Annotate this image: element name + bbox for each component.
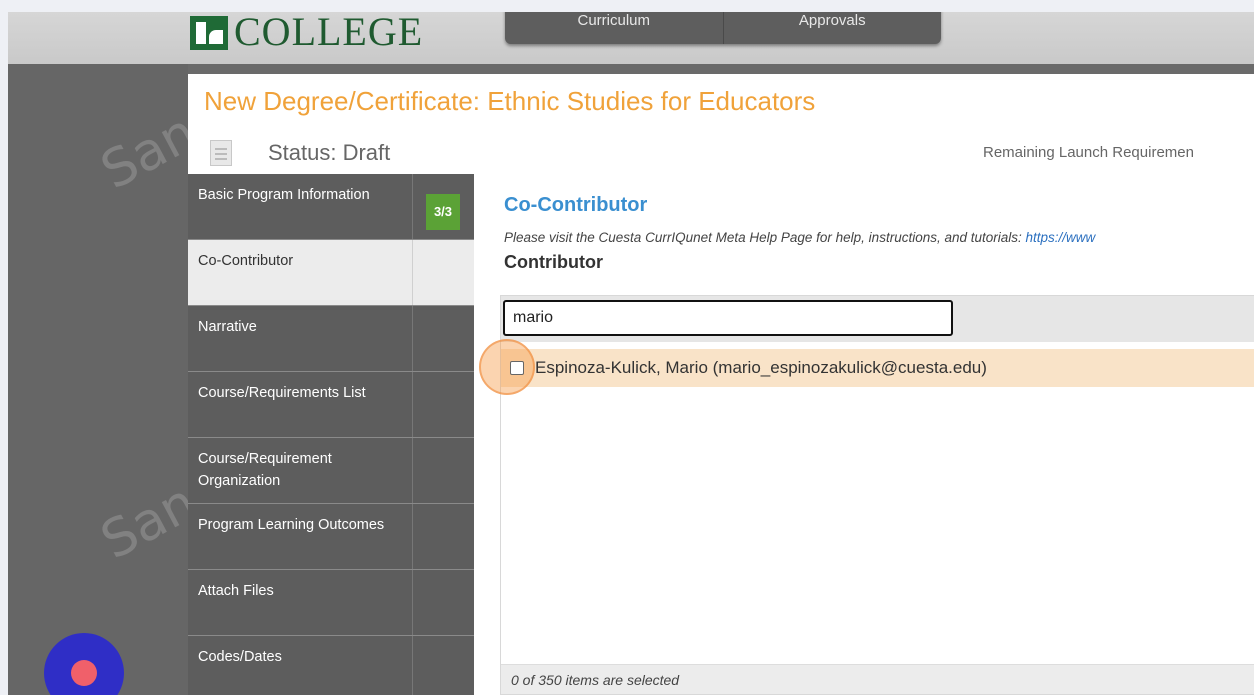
sidebar-item-course-requirement-organization[interactable]: Course/Requirement Organization	[188, 438, 474, 504]
logo-text: COLLEGE	[234, 12, 424, 52]
record-dot-icon	[71, 660, 97, 686]
nav-divider	[412, 438, 413, 503]
top-bar: COLLEGE Curriculum Approvals	[8, 12, 1254, 64]
nav-tab-curriculum[interactable]: Curriculum	[505, 12, 724, 44]
sidebar-item-label: Basic Program Information	[198, 187, 370, 203]
nav-divider	[412, 636, 413, 695]
contributor-label: Contributor	[504, 252, 603, 272]
college-logo[interactable]: COLLEGE	[190, 12, 440, 52]
help-text: Please visit the Cuesta CurrIQunet Meta …	[504, 230, 1095, 245]
result-label: Espinoza-Kulick, Mario (mario_espinozaku…	[535, 358, 987, 377]
sidebar-item-course-requirements-list[interactable]: Course/Requirements List	[188, 372, 474, 438]
nav-divider	[412, 372, 413, 437]
sidebar-item-label: Narrative	[198, 319, 257, 335]
section-title: Co-Contributor	[504, 194, 648, 216]
nav-tab-approvals[interactable]: Approvals	[724, 12, 942, 44]
sidebar-item-program-learning-outcomes[interactable]: Program Learning Outcomes	[188, 504, 474, 570]
app-window: COLLEGE Curriculum Approvals San San New…	[8, 12, 1254, 695]
nav-divider	[412, 570, 413, 635]
sidebar-nav: Basic Program Information 3/3 Co-Contrib…	[188, 174, 474, 695]
background-panel: San San	[8, 64, 206, 695]
sidebar-item-co-contributor[interactable]: Co-Contributor	[188, 240, 474, 306]
click-indicator	[479, 339, 535, 395]
help-link[interactable]: https://www	[1026, 230, 1096, 245]
completion-badge: 3/3	[426, 194, 460, 230]
nav-divider	[412, 174, 413, 239]
list-item[interactable]: Espinoza-Kulick, Mario (mario_espinozaku…	[479, 339, 1254, 395]
main-nav: Curriculum Approvals	[505, 12, 941, 44]
sidebar-item-label: Course/Requirement Organization	[198, 451, 332, 489]
sidebar-item-label: Codes/Dates	[198, 649, 282, 665]
status-label: Status: Draft	[268, 140, 391, 165]
sidebar-item-label: Program Learning Outcomes	[198, 517, 385, 533]
contributor-picker: Espinoza-Kulick, Mario (mario_espinozaku…	[479, 295, 1254, 695]
page-title: New Degree/Certificate: Ethnic Studies f…	[204, 86, 816, 116]
document-icon	[210, 140, 232, 166]
nav-divider	[412, 306, 413, 371]
launch-requirements-link[interactable]: Remaining Launch Requiremen	[983, 144, 1194, 161]
sidebar-item-attach-files[interactable]: Attach Files	[188, 570, 474, 636]
sidebar-item-narrative[interactable]: Narrative	[188, 306, 474, 372]
sidebar-item-codes-dates[interactable]: Codes/Dates	[188, 636, 474, 695]
sidebar-item-basic-program-information[interactable]: Basic Program Information 3/3	[188, 174, 474, 240]
selection-count: 0 of 350 items are selected	[511, 672, 680, 688]
sidebar-item-label: Attach Files	[198, 583, 274, 599]
sidebar-item-label: Course/Requirements List	[198, 385, 366, 401]
picker-footer: 0 of 350 items are selected	[501, 664, 1254, 694]
sidebar-item-label: Co-Contributor	[198, 253, 294, 269]
help-text-body: Please visit the Cuesta CurrIQunet Meta …	[504, 230, 1026, 245]
nav-divider	[412, 240, 413, 305]
contributor-search-input[interactable]	[503, 300, 953, 336]
nav-divider	[412, 504, 413, 569]
result-checkbox[interactable]	[510, 361, 524, 375]
picker-header	[501, 296, 1254, 342]
main-content: New Degree/Certificate: Ethnic Studies f…	[188, 74, 1254, 695]
logo-mark-icon	[190, 16, 228, 50]
